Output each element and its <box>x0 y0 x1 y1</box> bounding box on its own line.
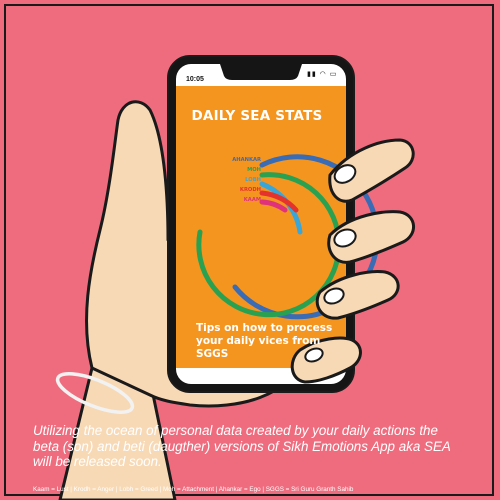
wifi-icon: ◠ <box>319 71 327 78</box>
vice-label-moh: MOH <box>247 167 261 173</box>
vice-label-ahankar: AHANKAR <box>232 157 261 163</box>
status-icons: ▮▮ ◠ ▭ <box>307 70 337 78</box>
vice-label-krodh: KRODH <box>239 187 261 193</box>
tips-link[interactable]: Tips on how to process your daily vices … <box>196 322 333 361</box>
battery-icon: ▭ <box>329 71 338 78</box>
app-title: DAILY SEA STATS <box>191 108 323 124</box>
phone-notch <box>220 64 302 80</box>
tips-line-3: SGGS <box>196 348 229 360</box>
signal-icon: ▮▮ <box>307 71 317 78</box>
caption: Utilizing the ocean of personal data cre… <box>33 423 473 470</box>
glossary-legend: Kaam = Lust | Krodh = Anger | Lobh = Gre… <box>33 486 354 493</box>
vice-label-lobh: LOBH <box>245 177 261 183</box>
caption-line-2: beta (son) and beti (daugther) versions … <box>33 438 451 454</box>
tips-line-1: Tips on how to process <box>196 322 333 334</box>
caption-line-3: will be released soon. <box>33 454 162 469</box>
tips-line-2: your daily vices from <box>196 335 321 347</box>
status-time: 10:05 <box>186 76 204 83</box>
illustration-canvas: 10:05 ▮▮ ◠ ▭ DAILY SEA STATS AHANKAR MOH… <box>0 0 500 500</box>
caption-line-1: Utilizing the ocean of personal data cre… <box>33 423 438 438</box>
vice-label-kaam: KAAM <box>243 197 261 203</box>
